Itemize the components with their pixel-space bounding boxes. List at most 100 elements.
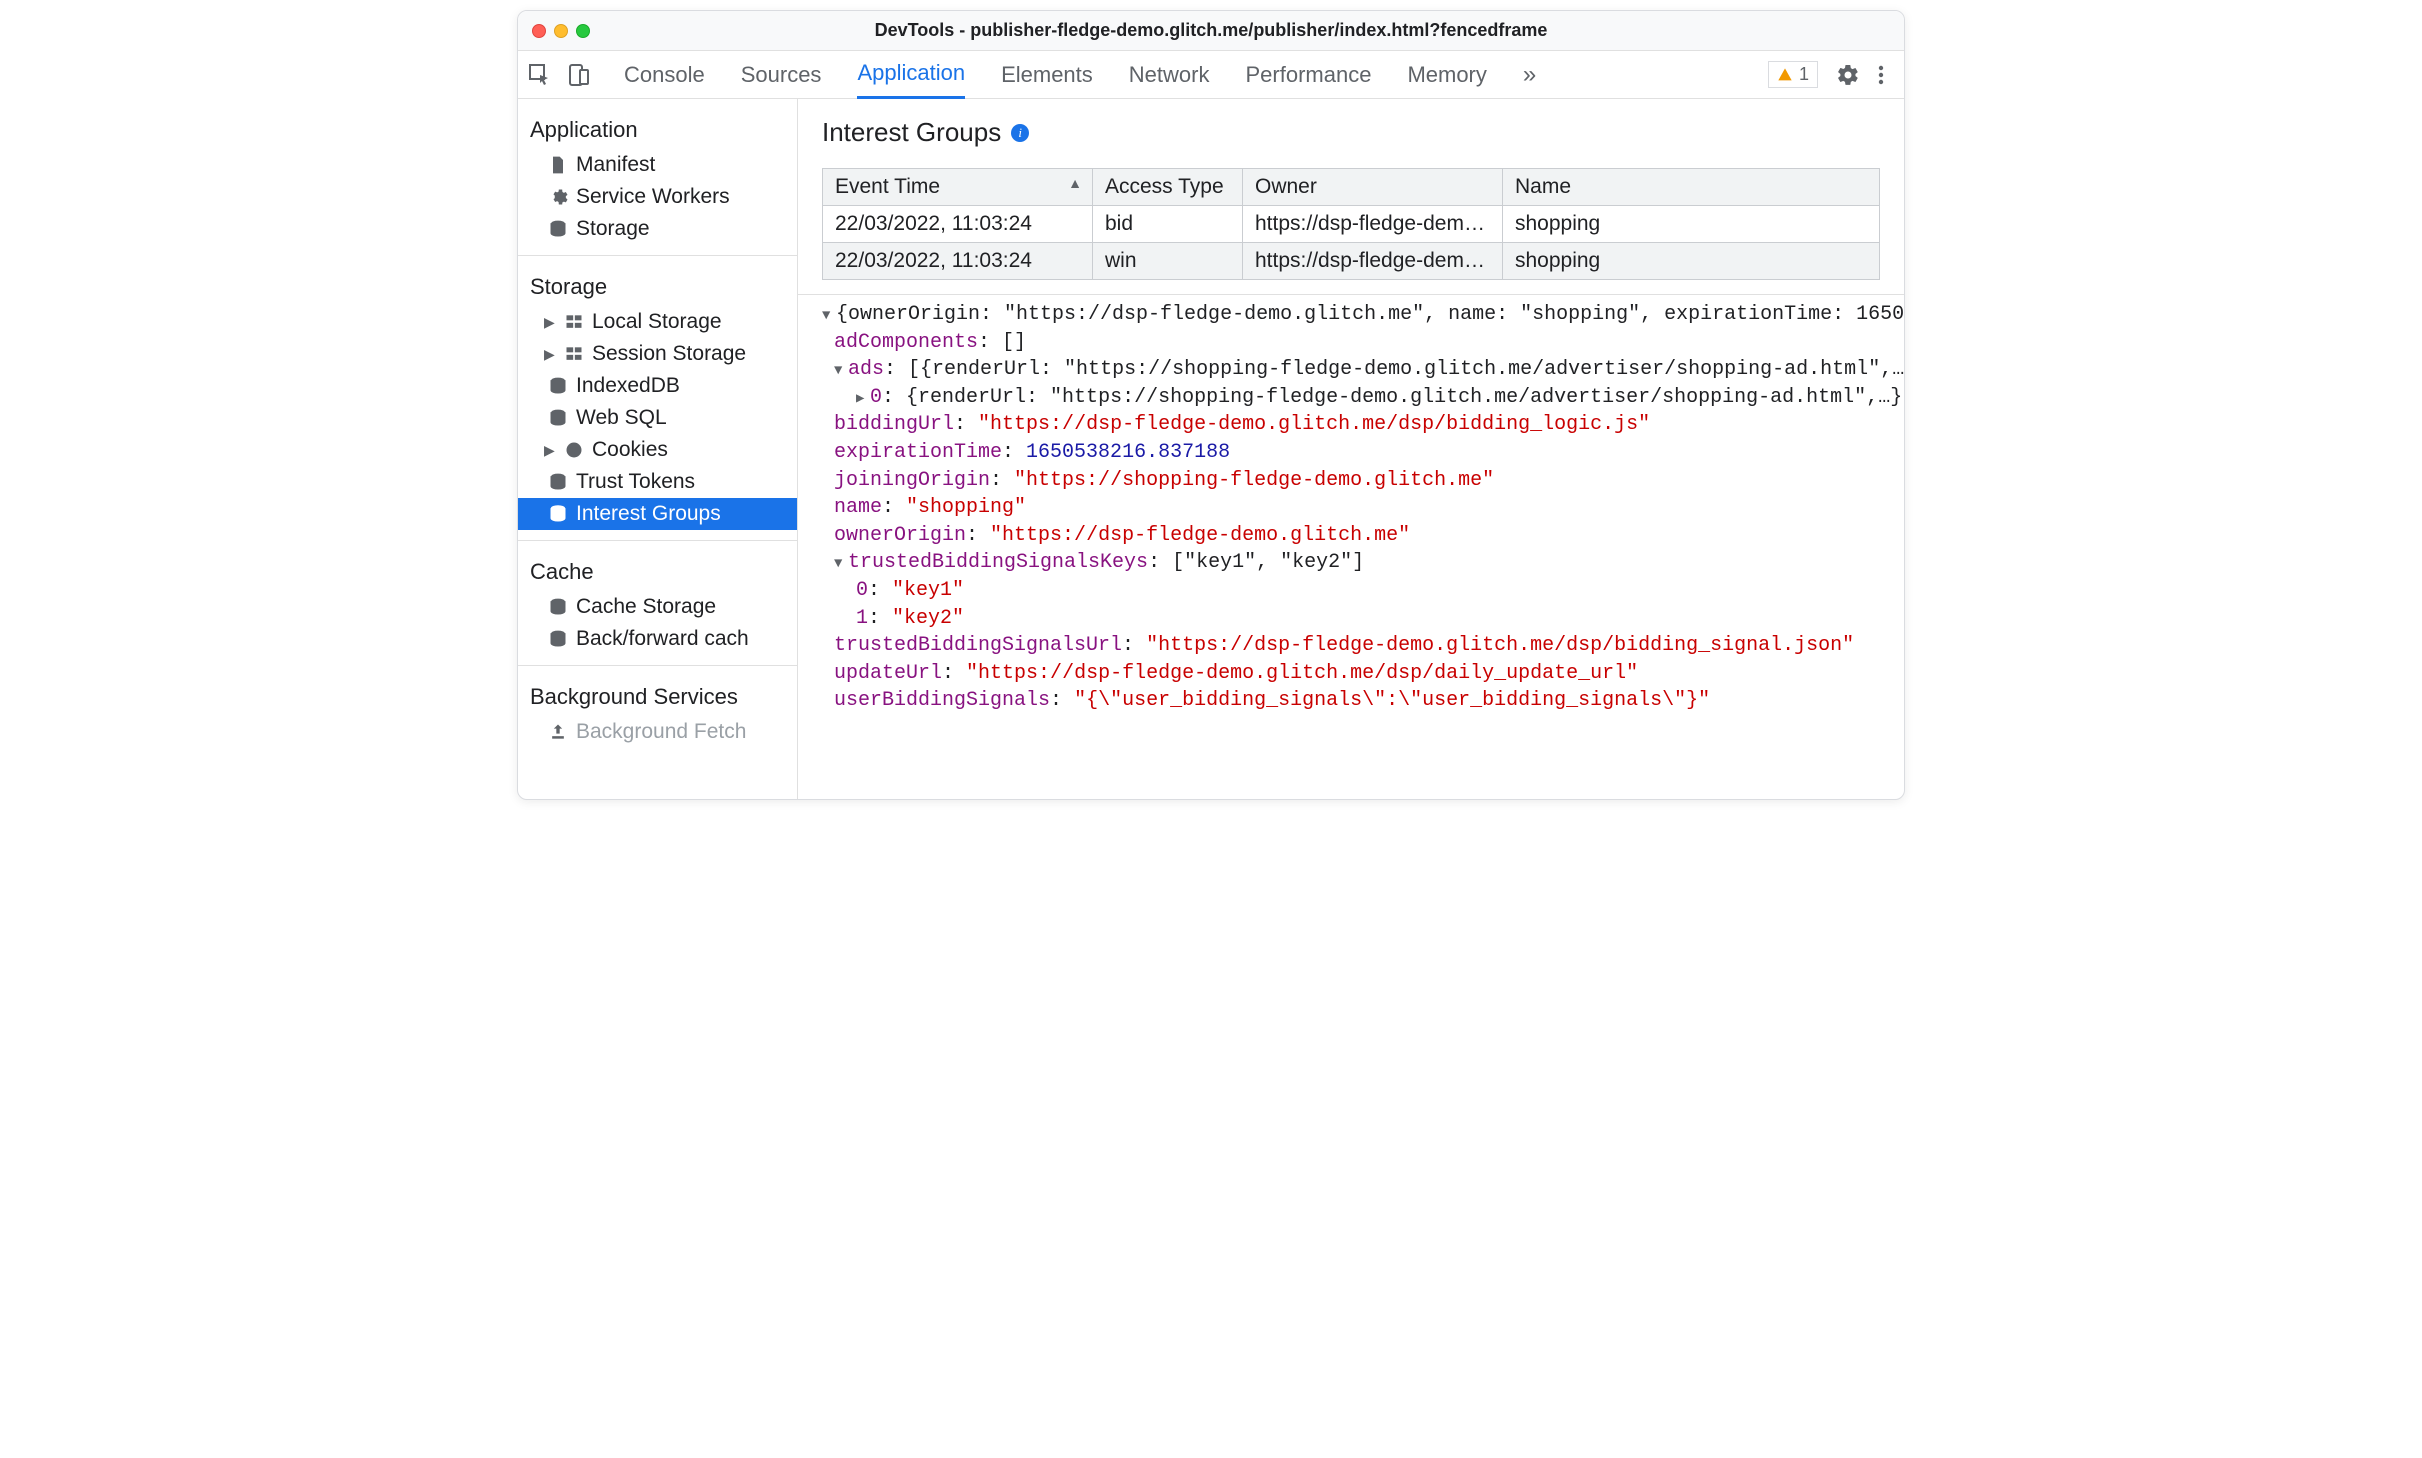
sidebar-item-label: IndexedDB (576, 374, 680, 398)
close-window-button[interactable] (532, 24, 546, 38)
sidebar-item-indexeddb[interactable]: IndexedDB (518, 370, 797, 402)
database-icon (548, 472, 568, 492)
collapse-arrow-icon[interactable]: ▼ (834, 555, 848, 574)
sidebar-item-label: Cache Storage (576, 595, 716, 619)
property-row[interactable]: ▶0: {renderUrl: "https://shopping-fledge… (802, 384, 1894, 412)
sidebar-item-session-storage[interactable]: ▶ Session Storage (518, 338, 797, 370)
tab-application[interactable]: Application (857, 50, 965, 99)
sidebar-heading-background-services: Background Services (518, 676, 797, 716)
property-row[interactable]: name: "shopping" (802, 494, 1894, 522)
object-viewer: ▼{ownerOrigin: "https://dsp-fledge-demo.… (798, 294, 1904, 799)
cookie-icon (564, 440, 584, 460)
property-row[interactable]: 1: "key2" (802, 605, 1894, 633)
tab-elements[interactable]: Elements (1001, 52, 1093, 98)
panel-title: Interest Groups (822, 117, 1001, 148)
device-toolbar-icon[interactable] (566, 63, 590, 87)
sidebar-item-label: Local Storage (592, 310, 722, 334)
database-icon (548, 629, 568, 649)
tab-memory[interactable]: Memory (1407, 52, 1486, 98)
devtools-window: DevTools - publisher-fledge-demo.glitch.… (517, 10, 1905, 800)
maximize-window-button[interactable] (576, 24, 590, 38)
cell-access-type: win (1093, 243, 1243, 280)
cell-event-time: 22/03/2022, 11:03:24 (823, 206, 1093, 243)
main-toolbar: Console Sources Application Elements Net… (518, 51, 1904, 99)
sidebar-item-local-storage[interactable]: ▶ Local Storage (518, 306, 797, 338)
expand-arrow-icon[interactable]: ▶ (544, 314, 556, 331)
column-header-access-type[interactable]: Access Type (1093, 169, 1243, 206)
property-row[interactable]: biddingUrl: "https://dsp-fledge-demo.gli… (802, 411, 1894, 439)
sidebar-item-service-workers[interactable]: Service Workers (518, 181, 797, 213)
property-row[interactable]: adComponents: [] (802, 329, 1894, 357)
sidebar-item-label: Web SQL (576, 406, 667, 430)
grid-icon (564, 312, 584, 332)
cell-name: shopping (1503, 206, 1880, 243)
info-icon[interactable]: i (1011, 124, 1029, 142)
column-header-name[interactable]: Name (1503, 169, 1880, 206)
sidebar-item-interest-groups[interactable]: Interest Groups (518, 498, 797, 530)
document-icon (548, 155, 568, 175)
cell-owner: https://dsp-fledge-demo.gl… (1243, 206, 1503, 243)
cell-access-type: bid (1093, 206, 1243, 243)
table-row[interactable]: 22/03/2022, 11:03:24 bid https://dsp-fle… (823, 206, 1880, 243)
minimize-window-button[interactable] (554, 24, 568, 38)
sidebar-heading-cache: Cache (518, 551, 797, 591)
grid-icon (564, 344, 584, 364)
panel-tabs: Console Sources Application Elements Net… (624, 50, 1764, 99)
database-icon (548, 376, 568, 396)
cell-name: shopping (1503, 243, 1880, 280)
sidebar-item-web-sql[interactable]: Web SQL (518, 402, 797, 434)
panel-header: Interest Groups i (798, 99, 1904, 158)
expand-arrow-icon[interactable]: ▶ (544, 442, 556, 459)
column-header-event-time[interactable]: Event Time▲ (823, 169, 1093, 206)
sidebar-item-trust-tokens[interactable]: Trust Tokens (518, 466, 797, 498)
tab-console[interactable]: Console (624, 52, 705, 98)
expand-arrow-icon[interactable]: ▶ (856, 390, 870, 409)
object-summary-row[interactable]: ▼{ownerOrigin: "https://dsp-fledge-demo.… (802, 301, 1894, 329)
property-row[interactable]: ownerOrigin: "https://dsp-fledge-demo.gl… (802, 522, 1894, 550)
sort-asc-icon: ▲ (1068, 175, 1082, 191)
property-row[interactable]: trustedBiddingSignalsUrl: "https://dsp-f… (802, 632, 1894, 660)
property-row[interactable]: 0: "key1" (802, 577, 1894, 605)
sidebar-item-bfcache[interactable]: Back/forward cach (518, 623, 797, 655)
sidebar-item-background-fetch[interactable]: Background Fetch (518, 716, 797, 748)
property-row[interactable]: userBiddingSignals: "{\"user_bidding_sig… (802, 687, 1894, 715)
sidebar-item-storage[interactable]: Storage (518, 213, 797, 245)
tab-performance[interactable]: Performance (1245, 52, 1371, 98)
collapse-arrow-icon[interactable]: ▼ (834, 362, 848, 381)
sidebar-item-label: Back/forward cach (576, 627, 749, 651)
expand-arrow-icon[interactable]: ▶ (544, 346, 556, 363)
sidebar-item-label: Manifest (576, 153, 655, 177)
sidebar-item-label: Session Storage (592, 342, 746, 366)
interest-groups-table: Event Time▲ Access Type Owner Name 22/03… (822, 168, 1880, 280)
sidebar-heading-storage: Storage (518, 266, 797, 306)
database-icon (548, 219, 568, 239)
sidebar-item-label: Background Fetch (576, 720, 746, 744)
property-row[interactable]: joiningOrigin: "https://shopping-fledge-… (802, 467, 1894, 495)
kebab-menu-icon[interactable] (1878, 63, 1884, 87)
sidebar-item-cache-storage[interactable]: Cache Storage (518, 591, 797, 623)
cell-event-time: 22/03/2022, 11:03:24 (823, 243, 1093, 280)
property-row[interactable]: ▼ads: [{renderUrl: "https://shopping-fle… (802, 356, 1894, 384)
sidebar-heading-application: Application (518, 109, 797, 149)
more-tabs-icon[interactable]: » (1523, 61, 1536, 89)
property-row[interactable]: ▼trustedBiddingSignalsKeys: ["key1", "ke… (802, 549, 1894, 577)
table-header-row: Event Time▲ Access Type Owner Name (823, 169, 1880, 206)
property-row[interactable]: expirationTime: 1650538216.837188 (802, 439, 1894, 467)
settings-gear-icon[interactable] (1836, 63, 1860, 87)
tab-network[interactable]: Network (1129, 52, 1210, 98)
property-row[interactable]: updateUrl: "https://dsp-fledge-demo.glit… (802, 660, 1894, 688)
sidebar-item-manifest[interactable]: Manifest (518, 149, 797, 181)
tab-sources[interactable]: Sources (741, 52, 822, 98)
database-icon (548, 597, 568, 617)
sidebar-item-cookies[interactable]: ▶ Cookies (518, 434, 797, 466)
database-icon (548, 504, 568, 524)
collapse-arrow-icon[interactable]: ▼ (822, 307, 836, 326)
sidebar-item-label: Cookies (592, 438, 668, 462)
warnings-badge[interactable]: 1 (1768, 61, 1818, 88)
upload-icon (548, 722, 568, 742)
table-row[interactable]: 22/03/2022, 11:03:24 win https://dsp-fle… (823, 243, 1880, 280)
inspect-element-icon[interactable] (528, 63, 552, 87)
titlebar: DevTools - publisher-fledge-demo.glitch.… (518, 11, 1904, 51)
warnings-count: 1 (1799, 64, 1809, 85)
column-header-owner[interactable]: Owner (1243, 169, 1503, 206)
